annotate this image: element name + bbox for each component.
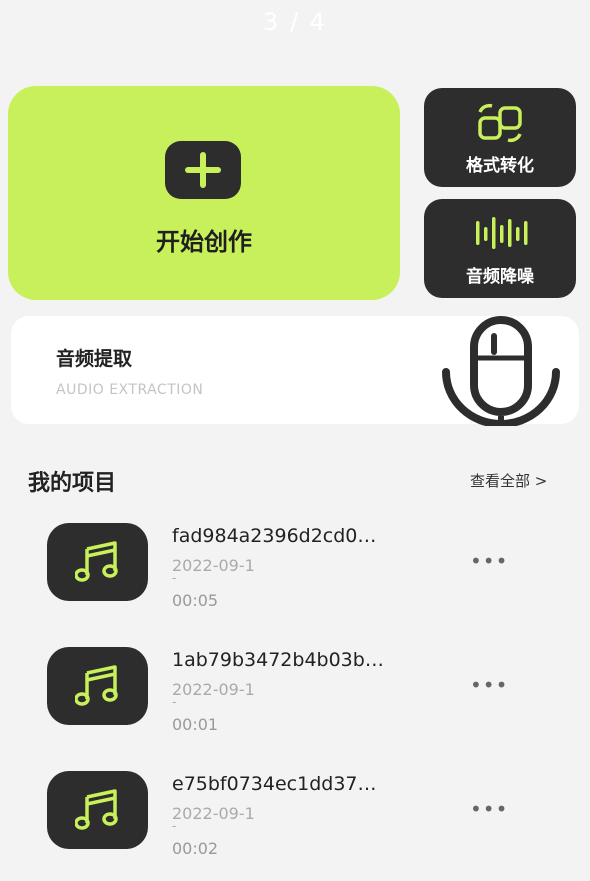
project-item[interactable]: e75bf0734ec1dd37… 2022-09-1 - 00:02 ••• (0, 771, 590, 881)
more-options-button[interactable]: ••• (470, 673, 508, 697)
project-item[interactable]: 1ab79b3472b4b03b… 2022-09-1 - 00:01 ••• (0, 647, 590, 757)
format-convert-icon (478, 103, 522, 143)
start-create-button[interactable]: 开始创作 (8, 86, 400, 300)
audio-extraction-subtitle: AUDIO EXTRACTION (56, 382, 204, 398)
music-note-icon (47, 771, 148, 849)
format-convert-label: 格式转化 (466, 156, 534, 176)
more-options-button[interactable]: ••• (470, 797, 508, 821)
audio-extraction-title: 音频提取 (56, 348, 133, 370)
project-date: 2022-09-1 (172, 680, 255, 699)
project-date: 2022-09-1 (172, 804, 255, 823)
project-item[interactable]: fad984a2396d2cd0… 2022-09-1 - 00:05 ••• (0, 523, 590, 633)
project-date-overflow: - (172, 819, 177, 833)
project-name: 1ab79b3472b4b03b… (172, 649, 384, 671)
audio-denoise-button[interactable]: 音频降噪 (424, 199, 576, 298)
music-note-icon (47, 523, 148, 601)
project-date-overflow: - (172, 571, 177, 585)
audio-denoise-label: 音频降噪 (466, 267, 534, 287)
more-options-button[interactable]: ••• (470, 549, 508, 573)
project-date: 2022-09-1 (172, 556, 255, 575)
project-name: e75bf0734ec1dd37… (172, 773, 377, 795)
waveform-icon (476, 217, 528, 249)
project-name: fad984a2396d2cd0… (172, 525, 377, 547)
audio-extraction-button[interactable]: 音频提取 AUDIO EXTRACTION (11, 316, 579, 426)
project-duration: 00:01 (172, 715, 219, 734)
project-duration: 00:02 (172, 839, 219, 858)
start-create-label: 开始创作 (156, 228, 252, 256)
view-all-link[interactable]: 查看全部 > (470, 470, 547, 491)
my-projects-title: 我的项目 (28, 471, 117, 496)
plus-icon (165, 141, 241, 199)
page-indicator: 3 / 4 (263, 8, 327, 36)
microphone-icon (442, 316, 560, 426)
project-duration: 00:05 (172, 591, 219, 610)
format-convert-button[interactable]: 格式转化 (424, 88, 576, 187)
music-note-icon (47, 647, 148, 725)
project-date-overflow: - (172, 695, 177, 709)
